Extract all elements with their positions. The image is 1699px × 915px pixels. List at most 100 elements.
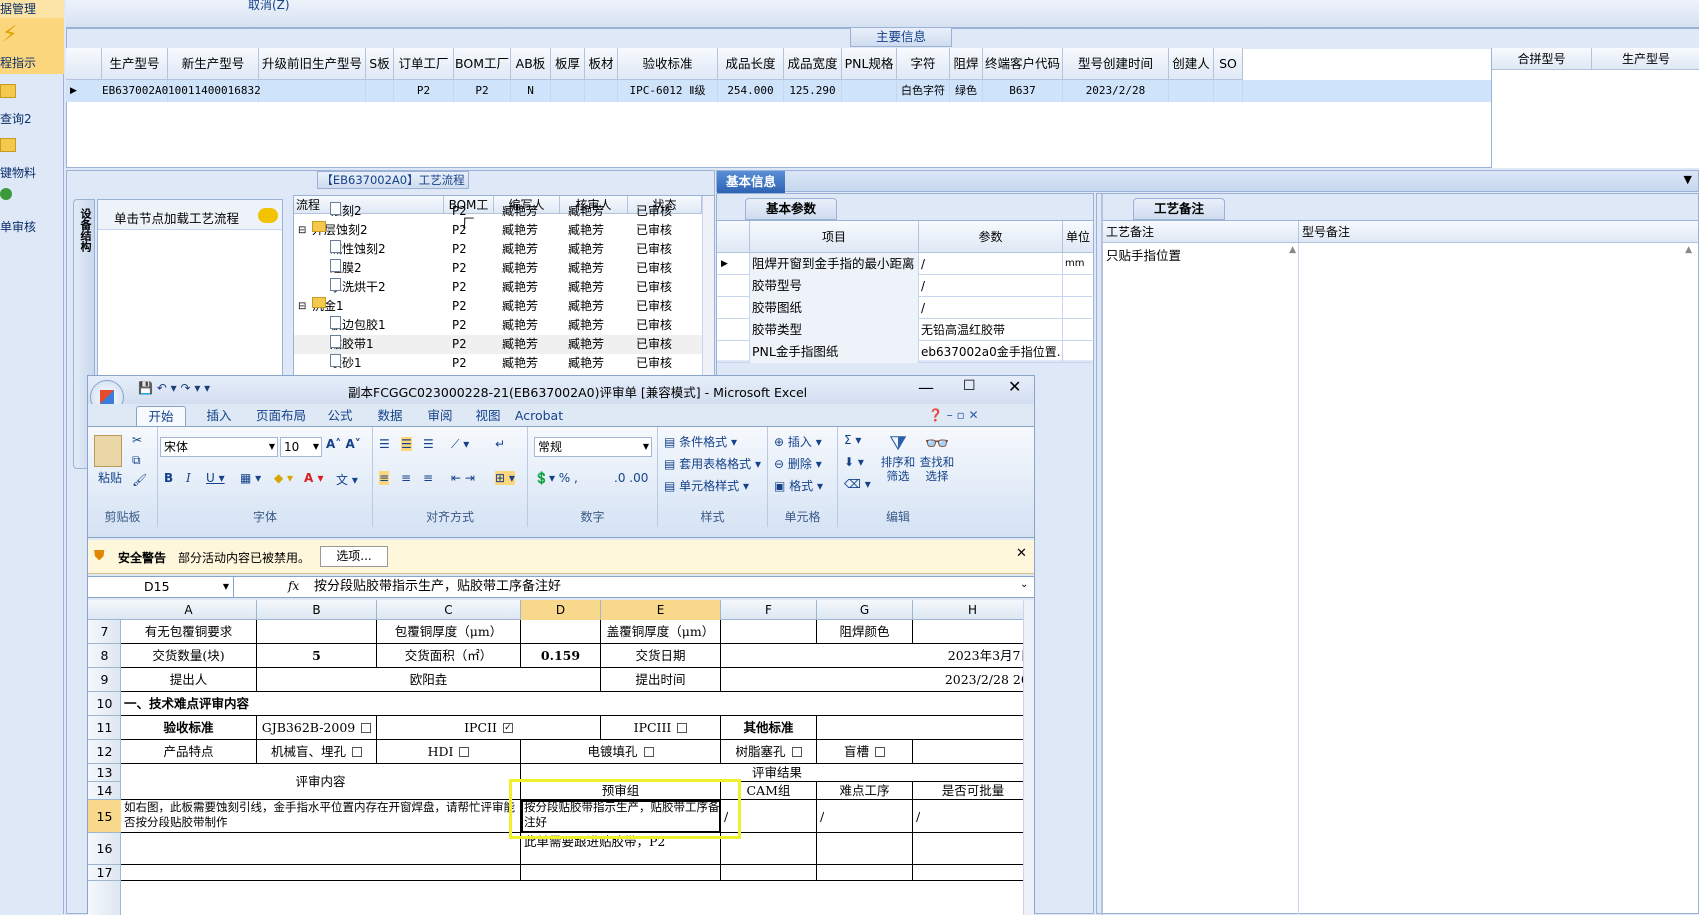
close-icon[interactable]: ✕ — [1008, 377, 1021, 396]
column-header[interactable]: F — [721, 600, 817, 620]
table-cell[interactable]: B637 — [983, 80, 1063, 102]
checkbox[interactable]: ✓ — [502, 722, 513, 733]
sheet-cell[interactable]: 交货面积（㎡） — [377, 644, 521, 668]
sheet-cell[interactable]: 评审内容 — [121, 764, 521, 800]
font-color-icon[interactable]: A ▾ — [304, 471, 324, 485]
sheet-cell[interactable]: 预审组 — [521, 782, 721, 800]
sheet-cell[interactable]: IPCIII — [601, 716, 721, 740]
tree-node[interactable]: 蚀刻2 — [330, 202, 362, 221]
tree-node[interactable]: 退膜2 — [330, 259, 362, 278]
align-left-icon[interactable]: ≡ — [379, 471, 390, 485]
sheet-cell[interactable] — [121, 865, 521, 881]
merge-center-icon[interactable]: ⊞ ▾ — [495, 471, 515, 485]
tree-node[interactable]: 碱性蚀刻2 — [330, 240, 386, 259]
checkbox[interactable] — [875, 746, 885, 757]
underline-icon[interactable]: U ▾ — [206, 471, 225, 485]
sheet-cell[interactable]: 盲槽 — [817, 740, 913, 764]
table-cell[interactable]: 绿色 — [950, 80, 983, 102]
sheet-cell[interactable]: 评审结果 — [521, 764, 1034, 782]
column-header[interactable]: H — [913, 600, 1033, 620]
sheet-cell[interactable]: 欧阳垚 — [257, 668, 601, 692]
tree-node[interactable]: 外层蚀刻2 — [312, 221, 368, 240]
col-process-note[interactable]: 工艺备注 — [1103, 221, 1299, 243]
sheet-cell[interactable] — [121, 833, 521, 865]
tree-node[interactable]: 沉金1 — [312, 297, 344, 316]
fx-icon[interactable]: fx — [288, 579, 299, 593]
sort-filter-button[interactable]: ⧩ 排序和 筛选 — [880, 431, 916, 503]
align-right-icon[interactable]: ≡ — [423, 471, 433, 485]
sum-icon[interactable]: Σ ▾ — [844, 433, 861, 447]
sheet-cell[interactable]: 提出时间 — [601, 668, 721, 692]
align-middle-icon[interactable]: ☰ — [401, 437, 412, 451]
tree-node[interactable]: 水洗烘干2 — [330, 278, 386, 297]
table-cell[interactable] — [1214, 80, 1243, 102]
table-cell[interactable] — [1169, 80, 1214, 102]
align-bottom-icon[interactable]: ☰ — [423, 437, 434, 451]
col-param[interactable]: 参数 — [919, 221, 1063, 253]
table-cell[interactable] — [842, 80, 897, 102]
sheet-cell[interactable]: 2023/2/28 20: — [721, 668, 1034, 692]
format-painter-icon[interactable]: 🖌 — [132, 473, 147, 487]
sheet-cell[interactable] — [817, 865, 913, 881]
collapse-icon[interactable]: ⊟ — [298, 297, 306, 316]
nav-item-data-management[interactable]: 据管理 — [0, 0, 64, 18]
param-value[interactable]: / — [919, 253, 1063, 275]
tree-row[interactable]: 喷砂1 P2 臧艳芳 臧艳芳 已审核 — [294, 354, 714, 373]
row-header[interactable]: 12 — [88, 740, 121, 764]
tree-row[interactable]: 退膜2 P2 臧艳芳 臧艳芳 已审核 — [294, 259, 714, 278]
tab-5[interactable]: 审阅 — [418, 406, 462, 428]
clear-icon[interactable]: ⌫ ▾ — [844, 477, 871, 491]
basic-info-title[interactable]: 基本信息 — [717, 171, 785, 193]
bold-icon[interactable]: B — [164, 471, 173, 485]
tab-7[interactable]: Acrobat — [508, 406, 570, 428]
insert-button[interactable]: ⊕ 插入 ▾ — [774, 433, 822, 450]
tab-process-notes[interactable]: 工艺备注 — [1133, 198, 1225, 220]
options-button[interactable]: 选项... — [320, 546, 388, 567]
table-cell[interactable]: 125.290 — [784, 80, 842, 102]
sheet-cell[interactable] — [913, 833, 1034, 865]
table-cell[interactable]: P2 — [454, 80, 511, 102]
table-cell[interactable]: 254.000 — [718, 80, 784, 102]
param-value[interactable]: 无铅高温红胶带 — [919, 319, 1063, 341]
row-header[interactable]: 14 — [88, 782, 121, 800]
column-header[interactable]: G — [817, 600, 913, 620]
param-row[interactable]: PNL金手指图纸 eb637002a0金手指位置... — [717, 341, 1092, 363]
row-header[interactable]: 10 — [88, 692, 121, 716]
process-note-area[interactable]: 只贴手指位置 ▲ — [1103, 243, 1299, 914]
sheet-cell[interactable]: 0.159 — [521, 644, 601, 668]
row-header[interactable]: 7 — [88, 620, 121, 644]
sheet-cell[interactable] — [913, 740, 1034, 764]
scroll-up-icon[interactable]: ▲ — [1289, 245, 1296, 255]
sheet-cell[interactable]: CAM组 — [721, 782, 817, 800]
table-cell[interactable] — [366, 80, 394, 102]
row-header[interactable]: 9 — [88, 668, 121, 692]
checkbox[interactable] — [459, 746, 470, 757]
column-header[interactable]: A — [121, 600, 257, 620]
sheet-cell[interactable]: 有无包覆铜要求 — [121, 620, 257, 644]
sheet-cell[interactable] — [721, 833, 817, 865]
checkbox[interactable] — [352, 746, 362, 757]
sheet-cell[interactable] — [721, 620, 817, 644]
chevron-down-icon[interactable]: ▼ — [1684, 173, 1692, 186]
table-cell[interactable]: 白色字符 — [897, 80, 950, 102]
param-row[interactable]: 胶带型号 / — [717, 275, 1092, 297]
param-value[interactable]: / — [919, 275, 1063, 297]
tree-node[interactable]: 贴胶带1 — [330, 335, 374, 354]
sheet-cell[interactable]: 5 — [257, 644, 377, 668]
sheet-cell[interactable]: 树脂塞孔 — [721, 740, 817, 764]
row-header[interactable]: 13 — [88, 764, 121, 782]
sheet-cell[interactable] — [257, 620, 377, 644]
sheet-cell[interactable] — [521, 620, 601, 644]
combined-prod-header[interactable]: 生产型号 — [1592, 48, 1699, 70]
tree-node[interactable]: 喷砂1 — [330, 354, 362, 373]
table-cell[interactable]: N — [511, 80, 551, 102]
column-header[interactable]: C — [377, 600, 521, 620]
column-header[interactable]: E — [601, 600, 721, 620]
nav-item-process[interactable]: ⚡ 程指示 — [0, 18, 64, 74]
tree-row[interactable]: 沉金1 ⊟ P2 臧艳芳 臧艳芳 已审核 — [294, 297, 714, 316]
table-cell[interactable]: EB637002A0 — [102, 80, 168, 102]
maximize-icon[interactable]: ☐ — [963, 378, 976, 394]
scroll-up-icon[interactable]: ▲ — [1685, 245, 1692, 255]
checkbox[interactable] — [677, 722, 688, 733]
sheet-cell[interactable]: / — [721, 800, 817, 833]
